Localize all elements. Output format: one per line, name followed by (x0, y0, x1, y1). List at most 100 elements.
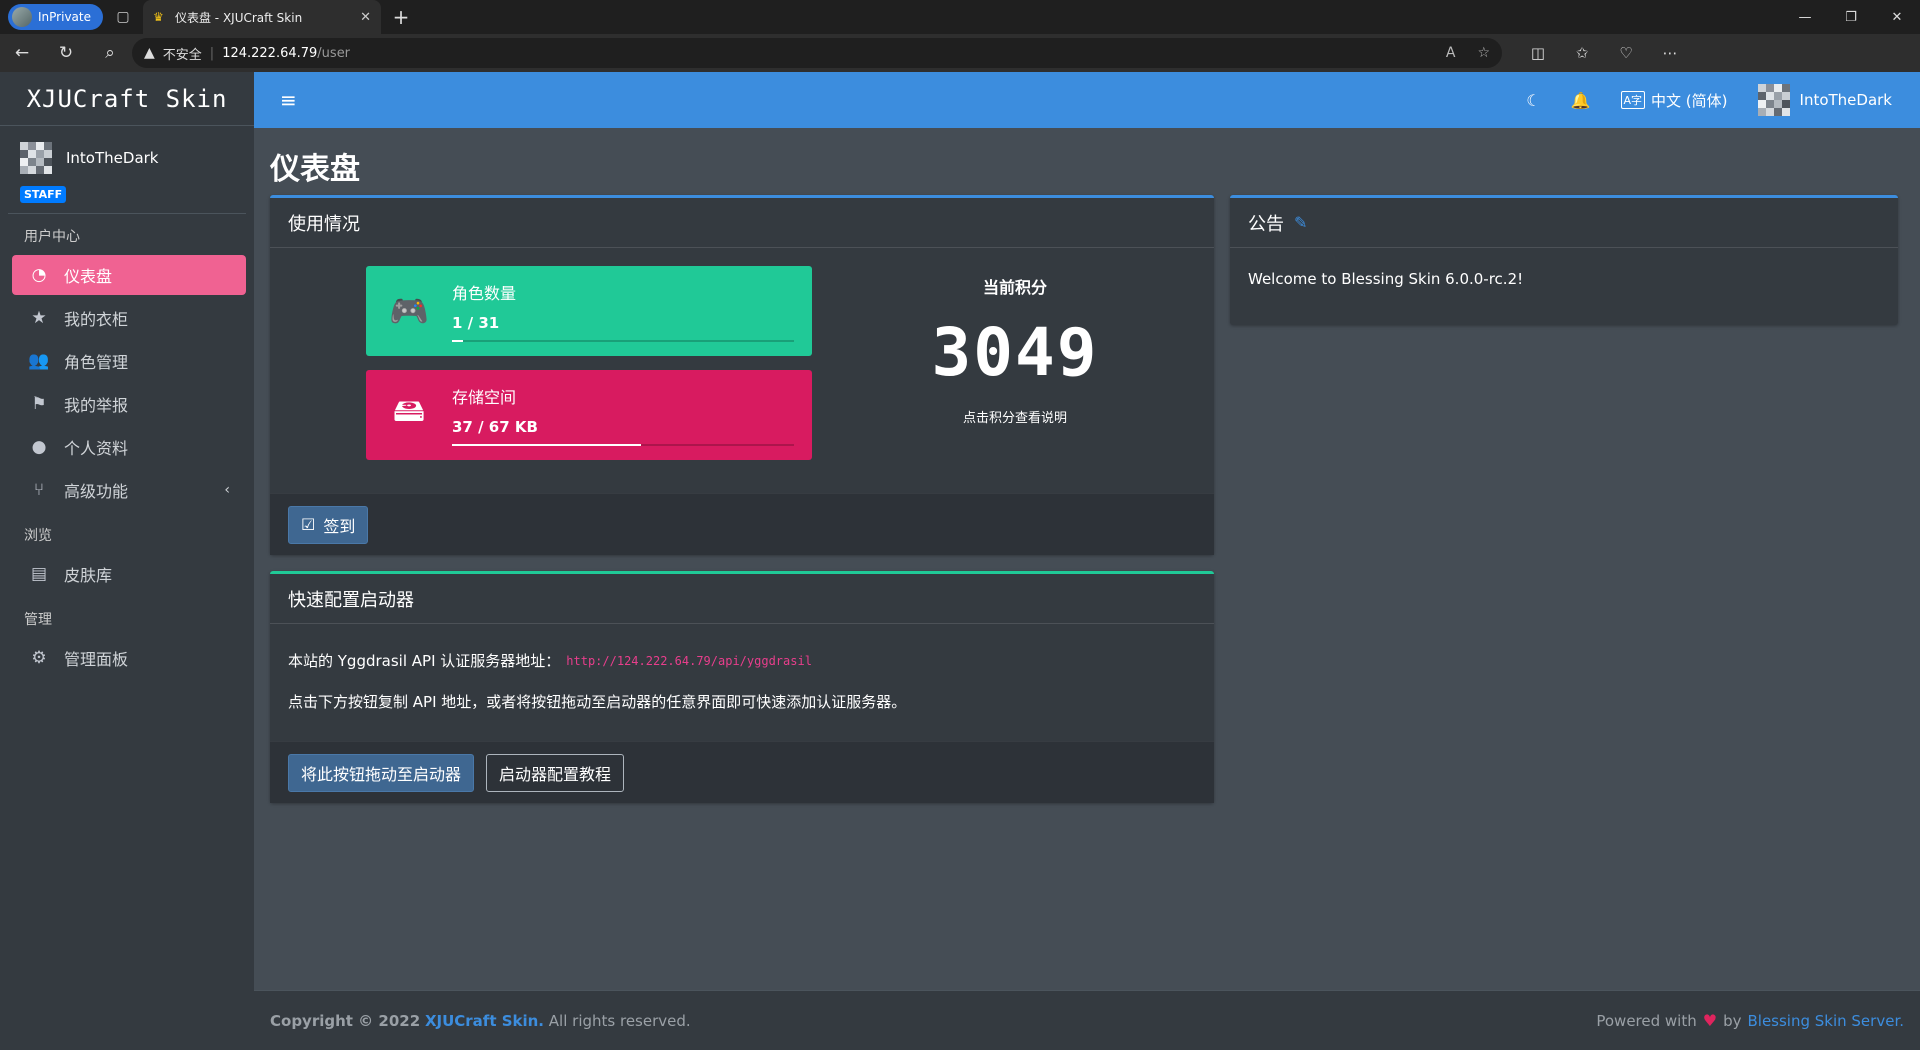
menu-toggle-icon[interactable]: ≡ (280, 88, 297, 112)
users-icon: 👥 (28, 351, 50, 371)
favicon-icon: ♛ (152, 10, 164, 24)
navbar-right: ☾ 🔔 A字 中文 (简体) IntoTheDark (1526, 84, 1920, 116)
search-icon[interactable]: ⌕ (88, 43, 132, 63)
sidebar-item-label: 管理面板 (64, 650, 129, 669)
drag-to-launcher-button[interactable]: 将此按钮拖动至启动器 (288, 753, 475, 792)
nav-header-user-center: 用户中心 (24, 229, 80, 245)
tab-close-icon[interactable]: ✕ (360, 10, 371, 25)
bell-icon[interactable]: 🔔 (1571, 91, 1591, 110)
launcher-tutorial-button[interactable]: 启动器配置教程 (486, 753, 625, 792)
window-controls: — ❐ ✕ (1782, 10, 1920, 25)
back-icon[interactable]: ← (0, 43, 44, 63)
star-icon: ★ (31, 308, 47, 328)
calendar-check-icon: ☑ (301, 515, 316, 534)
api-line: 本站的 Yggdrasil API 认证服务器地址： http://124.22… (288, 650, 1196, 671)
roles-progress (452, 340, 794, 342)
hdd-icon: 🖴 (392, 391, 426, 429)
url-host: 124.222.64.79 (222, 45, 318, 61)
storage-info-box: 🖴 存储空间 37 / 67 KB (366, 370, 812, 460)
rights-text: All rights reserved. (548, 1011, 691, 1030)
inprivate-label: InPrivate (38, 10, 91, 24)
launcher-card-header: 快速配置启动器 (270, 574, 1214, 624)
refresh-icon[interactable]: ↻ (44, 43, 88, 63)
staff-badge: STAFF (20, 186, 67, 203)
url-actions: A ☆ (1446, 45, 1490, 61)
sidebar-item-label: 角色管理 (64, 353, 129, 372)
archive-icon: ▤ (30, 564, 48, 584)
launcher-card-body: 本站的 Yggdrasil API 认证服务器地址： http://124.22… (270, 624, 1214, 730)
warning-icon: ▲ (144, 45, 155, 61)
dark-mode-icon[interactable]: ☾ (1526, 91, 1540, 110)
api-url: http://124.222.64.79/api/yggdrasil (566, 653, 812, 668)
user-icon: ● (31, 437, 47, 457)
roles-label: 角色数量 (452, 284, 517, 303)
sign-in-label: 签到 (323, 516, 356, 536)
sidebar-item-reports[interactable]: ⚑ 我的举报 (12, 384, 246, 424)
sidebar-item-closet[interactable]: ★ 我的衣柜 (12, 298, 246, 338)
brand-logo[interactable]: XJUCraft Skin (0, 72, 254, 126)
roles-value: 1 / 31 (452, 314, 500, 332)
sidebar: XJUCraft Skin IntoTheDark STAFF 用户中心 ◔ 仪… (0, 72, 254, 1050)
split-screen-icon[interactable]: ◫ (1516, 44, 1560, 62)
language-selector[interactable]: A字 中文 (简体) (1620, 90, 1728, 111)
user-info[interactable]: IntoTheDark (20, 142, 226, 174)
browser-tab-active[interactable]: ♛ 仪表盘 - XJUCraft Skin ✕ (142, 0, 381, 34)
sidebar-user-name: IntoTheDark (66, 149, 159, 167)
footer-brand-link[interactable]: XJUCraft Skin. (425, 1012, 544, 1030)
score-panel: 当前积分 3049 点击积分查看说明 (850, 258, 1180, 426)
sidebar-item-label: 皮肤库 (64, 566, 113, 585)
top-navbar: ≡ ☾ 🔔 A字 中文 (简体) IntoTheDark (254, 72, 1920, 128)
read-aloud-icon[interactable]: A (1446, 45, 1456, 61)
sidebar-item-skinlib[interactable]: ▤ 皮肤库 (12, 554, 246, 594)
announcement-header: 公告 ✎ (1230, 198, 1898, 248)
navbar-user-menu[interactable]: IntoTheDark (1757, 84, 1892, 116)
storage-info-content: 存储空间 37 / 67 KB (452, 384, 812, 446)
nav-header-browse: 浏览 (24, 528, 52, 544)
page-footer: Copyright © 2022 XJUCraft Skin. All righ… (254, 990, 1920, 1050)
sidebar-item-dashboard[interactable]: ◔ 仪表盘 (12, 255, 246, 295)
browser-toolbar: ◫ ✩ ♡ ⋯ (1516, 44, 1692, 62)
more-menu-icon[interactable]: ⋯ (1648, 44, 1692, 62)
sidebar-item-label: 仪表盘 (64, 267, 113, 286)
sidebar-item-players[interactable]: 👥 角色管理 (12, 341, 246, 381)
insecure-label: 不安全 (162, 47, 202, 63)
tab-actions-icon[interactable]: ▢ (103, 9, 143, 25)
favorites-icon[interactable]: ✩ (1560, 44, 1604, 62)
sidebar-item-advanced[interactable]: ⑂ 高级功能 ‹ (12, 470, 246, 510)
inprivate-badge[interactable]: InPrivate (8, 4, 103, 30)
storage-progress (452, 444, 794, 446)
sidebar-item-admin[interactable]: ⚙ 管理面板 (12, 638, 246, 678)
footer-right: Powered with ♥ by Blessing Skin Server. (1596, 1011, 1904, 1030)
favorite-star-icon[interactable]: ☆ (1477, 45, 1490, 61)
new-tab-icon[interactable]: + (381, 5, 421, 29)
close-window-icon[interactable]: ✕ (1874, 10, 1920, 25)
announcement-title: 公告 (1248, 213, 1284, 235)
user-panel: IntoTheDark STAFF (8, 126, 246, 214)
copyright-text: Copyright © 2022 (270, 1011, 421, 1030)
page-title: 仪表盘 (270, 152, 360, 187)
user-avatar (20, 142, 52, 174)
sidebar-item-label: 我的举报 (64, 396, 129, 415)
sidebar-item-profile[interactable]: ● 个人资料 (12, 427, 246, 467)
launcher-card: 快速配置启动器 本站的 Yggdrasil API 认证服务器地址： http:… (270, 571, 1214, 803)
sidebar-item-label: 高级功能 (64, 482, 129, 501)
storage-progress-bar (452, 444, 641, 446)
url-path: /user (317, 45, 351, 61)
url-separator: | (209, 45, 215, 61)
score-value[interactable]: 3049 (850, 314, 1180, 391)
browser-essentials-icon[interactable]: ♡ (1604, 44, 1648, 62)
blessing-skin-link[interactable]: Blessing Skin Server. (1747, 1012, 1904, 1030)
restore-icon[interactable]: ❐ (1828, 10, 1874, 25)
sign-in-button[interactable]: ☑ 签到 (288, 505, 369, 544)
usage-card: 使用情况 🎮 角色数量 1 / 31 🖴 存储空间 37 / 67 KB 当前积… (270, 195, 1214, 555)
heart-icon: ♥ (1702, 1011, 1718, 1030)
minimize-icon[interactable]: — (1782, 10, 1828, 25)
gear-icon: ⚙ (31, 648, 47, 668)
url-input[interactable]: ▲ 不安全 | 124.222.64.79 /user A ☆ (132, 38, 1502, 68)
edit-icon[interactable]: ✎ (1294, 213, 1307, 232)
tab-title: 仪表盘 - XJUCraft Skin (174, 10, 303, 25)
navbar-avatar (1757, 84, 1790, 116)
gamepad-icon: 🎮 (389, 292, 429, 330)
language-label: 中文 (简体) (1651, 91, 1728, 110)
navbar-user-name: IntoTheDark (1799, 91, 1892, 109)
